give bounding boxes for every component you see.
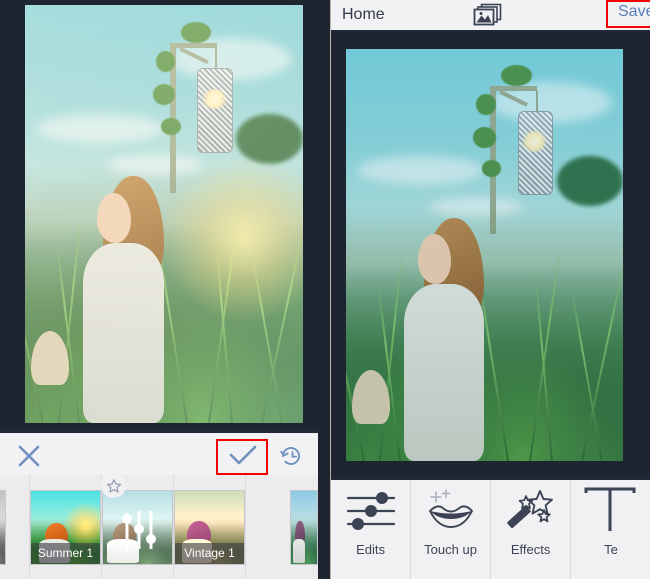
tool-edits[interactable]: Edits <box>331 480 412 579</box>
app-screen: Summer 1 Vintage 1 Home Sav Edits Touch … <box>0 0 650 579</box>
filter-thumb-bw[interactable] <box>0 475 30 579</box>
sliders-overlay-icon <box>122 510 156 551</box>
history-button[interactable] <box>274 433 308 478</box>
text-t-icon <box>584 480 638 542</box>
left-preview-canvas <box>0 0 318 430</box>
stacked-photos-icon <box>473 3 502 26</box>
tool-label: Edits <box>356 542 385 557</box>
magic-wand-stars-icon <box>504 480 558 542</box>
confirm-button[interactable] <box>216 433 270 478</box>
filter-thumb-vintage-1[interactable]: Vintage 1 <box>174 475 246 579</box>
app-header: Home Save <box>331 0 650 32</box>
filter-thumb-next[interactable] <box>246 475 318 579</box>
tool-text[interactable]: Te <box>571 480 650 579</box>
checkmark-icon <box>229 445 257 464</box>
lips-sparkle-icon <box>424 480 478 542</box>
tool-effects[interactable]: Effects <box>491 480 572 579</box>
filter-label: Summer 1 <box>31 542 100 564</box>
bottom-tool-bar: Edits Touch up Effects Te <box>331 477 650 579</box>
tool-touch-up[interactable]: Touch up <box>411 480 492 579</box>
filter-strip[interactable]: Summer 1 Vintage 1 <box>0 473 318 579</box>
right-preview-canvas <box>331 32 650 477</box>
tool-label: Touch up <box>424 542 477 557</box>
right-editor-panel: Home Sav e <box>330 0 650 579</box>
close-x-icon <box>18 445 40 466</box>
filter-label: Vintage 1 <box>175 542 244 564</box>
left-preview-image[interactable] <box>25 5 303 423</box>
sliders-icon <box>344 480 398 542</box>
tool-label: Effects <box>510 542 551 557</box>
star-icon <box>101 473 126 498</box>
cancel-button[interactable] <box>10 433 48 478</box>
tool-label: Te <box>604 542 618 557</box>
home-button[interactable]: Home <box>342 6 385 24</box>
filter-thumb-adjust[interactable] <box>101 473 174 579</box>
left-editor-panel: Summer 1 Vintage 1 <box>0 0 330 579</box>
left-action-toolbar <box>0 430 318 478</box>
filter-thumb-summer-1[interactable]: Summer 1 <box>30 475 102 579</box>
photos-button[interactable] <box>473 3 507 32</box>
right-preview-image[interactable] <box>346 49 623 461</box>
history-clock-icon <box>280 446 300 465</box>
save-button[interactable]: Save <box>618 3 650 21</box>
